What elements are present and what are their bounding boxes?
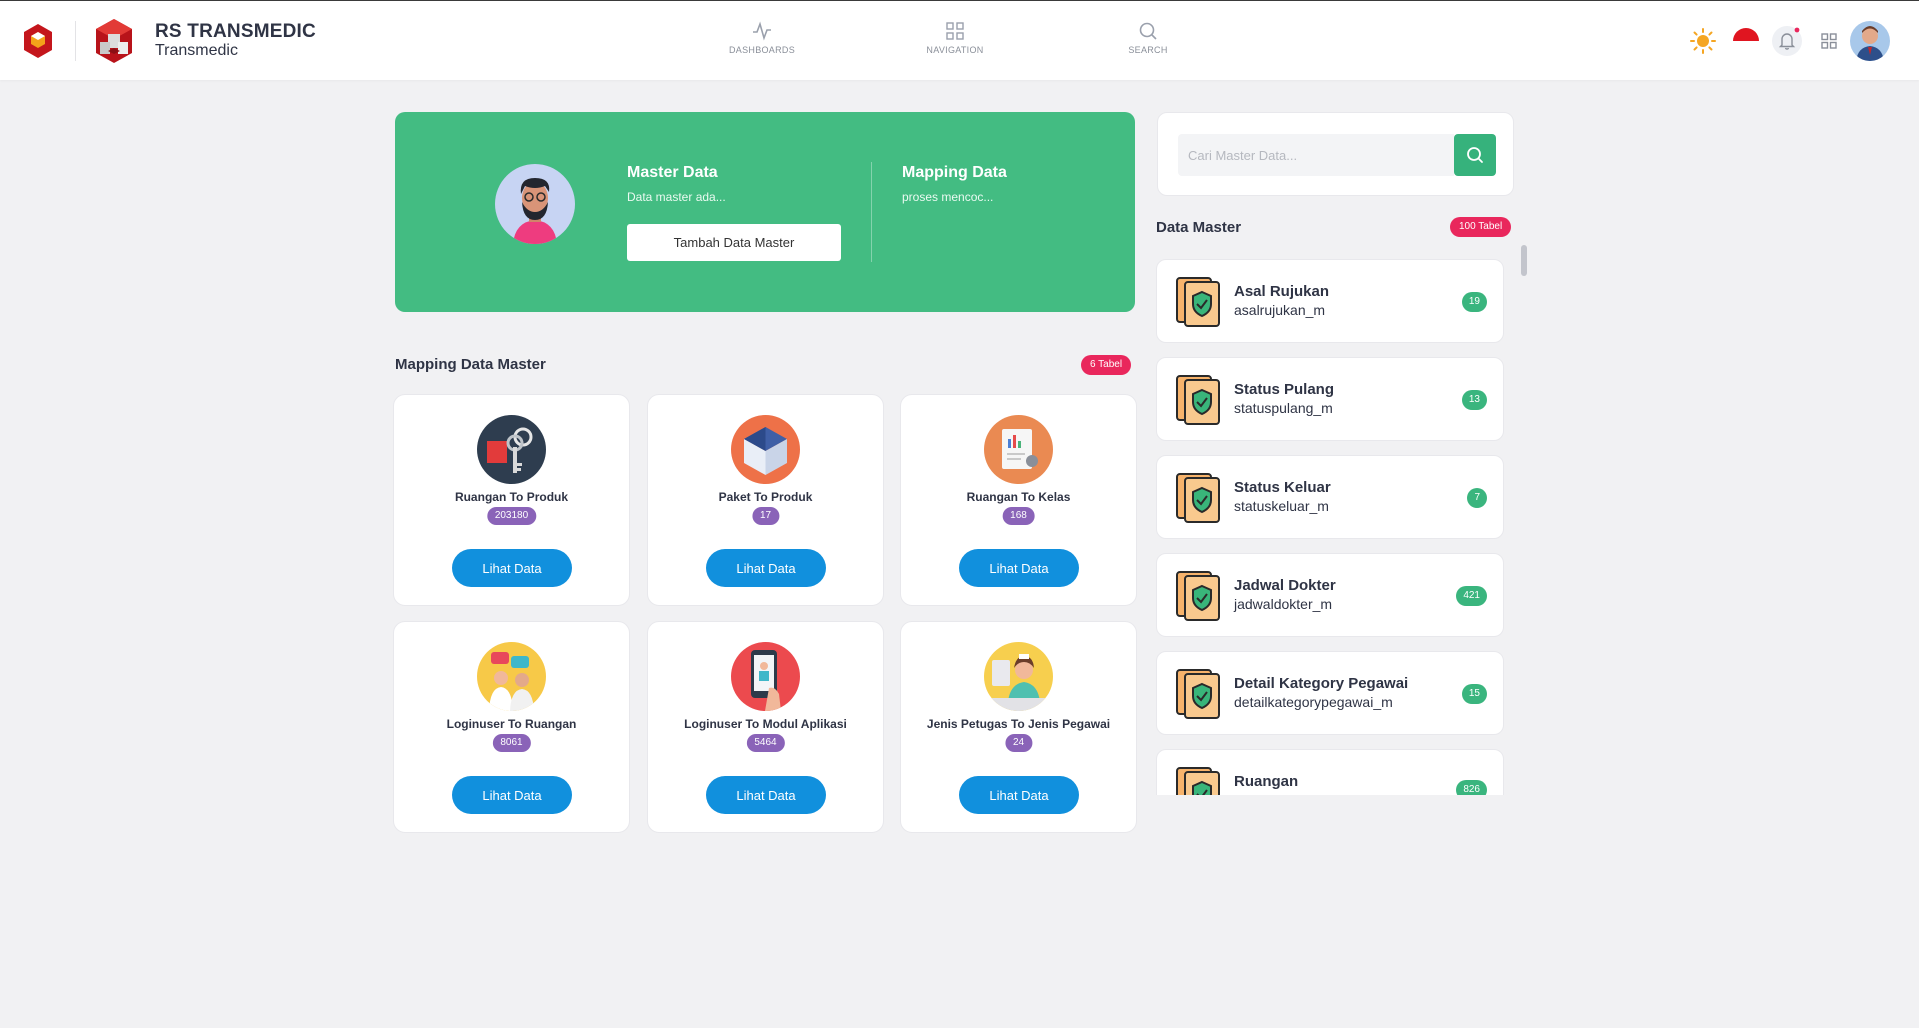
- list-item-table: statuskeluar_m: [1234, 498, 1329, 514]
- list-item[interactable]: Ruangan 826: [1156, 749, 1504, 795]
- mapping-card-count: 24: [1004, 734, 1033, 752]
- shield-document-icon: [1176, 571, 1220, 621]
- mapping-card: Loginuser To Modul Aplikasi 5464 Lihat D…: [647, 621, 884, 833]
- mapping-card-title: Ruangan To Produk: [454, 490, 569, 504]
- box-icon: [731, 415, 800, 484]
- phone-doctor-icon: [731, 642, 800, 711]
- master-search-box: [1157, 112, 1514, 196]
- data-master-list[interactable]: Asal Rujukan asalrujukan_m 19 Status Pul…: [1156, 259, 1530, 795]
- list-item-table: jadwaldokter_m: [1234, 596, 1333, 612]
- list-item[interactable]: Jadwal Dokter jadwaldokter_m 421: [1156, 553, 1504, 637]
- list-item[interactable]: Asal Rujukan asalrujukan_m 19: [1156, 259, 1504, 343]
- list-item-count: 7: [1467, 488, 1487, 508]
- shield-document-icon: [1176, 669, 1220, 719]
- sun-icon[interactable]: [1688, 26, 1718, 56]
- view-data-button[interactable]: Lihat Data: [706, 549, 826, 587]
- list-item[interactable]: Detail Kategory Pegawai detailkategorype…: [1156, 651, 1504, 735]
- top-bar: RS TRANSMEDIC Transmedic DASHBOARDS NAVI…: [0, 0, 1919, 80]
- search-icon: [1467, 147, 1483, 163]
- shield-document-icon: [1176, 277, 1220, 327]
- nav-search[interactable]: SEARCH: [1088, 21, 1208, 55]
- list-item-title: Status Pulang: [1234, 381, 1335, 398]
- nav-navigation-label: NAVIGATION: [926, 45, 984, 55]
- view-data-button[interactable]: Lihat Data: [706, 776, 826, 814]
- list-item-title: Asal Rujukan: [1234, 283, 1330, 300]
- hero-divider: [871, 162, 872, 262]
- mapping-card-count: 203180: [486, 507, 537, 525]
- add-master-data-button[interactable]: Tambah Data Master: [627, 224, 841, 261]
- list-item-title: Status Keluar: [1234, 479, 1331, 496]
- list-item-table: statuspulang_m: [1234, 400, 1333, 416]
- list-item-count: 19: [1461, 292, 1487, 312]
- hospital-logo-icon[interactable]: [94, 18, 134, 64]
- list-item-title: Detail Kategory Pegawai: [1234, 675, 1409, 692]
- hero-master-desc: Data master ada...: [627, 190, 726, 204]
- doctors-icon: [477, 642, 546, 711]
- brand-subtitle: Transmedic: [155, 42, 238, 59]
- list-item-count: 826: [1456, 780, 1487, 795]
- list-item-count: 421: [1456, 586, 1487, 606]
- key-icon: [477, 415, 546, 484]
- search-icon: [1139, 22, 1157, 40]
- list-item-table: detailkategorypegawai_m: [1234, 694, 1393, 710]
- mapping-section-title: Mapping Data Master: [395, 356, 546, 373]
- flag-indonesia-icon[interactable]: [1731, 26, 1761, 56]
- nurse-icon: [984, 642, 1053, 711]
- hero-mapping-desc: proses mencoc...: [902, 190, 994, 204]
- shield-document-icon: [1176, 767, 1220, 795]
- list-item-count: 15: [1461, 684, 1487, 704]
- view-data-button[interactable]: Lihat Data: [452, 549, 572, 587]
- nav-dashboards-label: DASHBOARDS: [728, 45, 795, 55]
- bell-icon[interactable]: [1772, 26, 1802, 56]
- list-item[interactable]: Status Pulang statuspulang_m 13: [1156, 357, 1504, 441]
- hero-master-data: Master Data Data master ada...: [627, 164, 726, 204]
- view-data-button[interactable]: Lihat Data: [959, 776, 1079, 814]
- list-item-count: 13: [1461, 390, 1487, 410]
- brand-title: RS TRANSMEDIC: [155, 21, 316, 42]
- view-data-button[interactable]: Lihat Data: [452, 776, 572, 814]
- apps-grid-icon[interactable]: [1814, 26, 1844, 56]
- logo-small-icon[interactable]: [22, 23, 54, 59]
- hero-mapping-data: Mapping Data proses mencoc...: [902, 164, 1007, 204]
- data-master-title: Data Master: [1156, 219, 1242, 236]
- mapping-card-count: 168: [1002, 507, 1035, 525]
- mapping-count-badge: 6 Tabel: [1081, 355, 1132, 375]
- view-data-button[interactable]: Lihat Data: [959, 549, 1079, 587]
- shield-document-icon: [1176, 375, 1220, 425]
- mapping-card: Ruangan To Produk 203180 Lihat Data: [393, 394, 630, 606]
- list-item-table: asalrujukan_m: [1234, 302, 1326, 318]
- hero-master-title: Master Data: [627, 164, 718, 181]
- list-scrollbar[interactable]: [1521, 245, 1527, 276]
- list-item[interactable]: Status Keluar statuskeluar_m 7: [1156, 455, 1504, 539]
- list-item-title: Ruangan: [1234, 773, 1299, 790]
- master-search-input[interactable]: [1178, 134, 1454, 176]
- mapping-card: Loginuser To Ruangan 8061 Lihat Data: [393, 621, 630, 833]
- logo-divider: [75, 21, 76, 61]
- document-chart-icon: [984, 415, 1053, 484]
- grid-icon: [946, 22, 964, 40]
- nav-search-label: SEARCH: [1128, 45, 1168, 55]
- mapping-card: Jenis Petugas To Jenis Pegawai 24 Lihat …: [900, 621, 1137, 833]
- master-search-button[interactable]: [1454, 134, 1496, 176]
- hero-mapping-title: Mapping Data: [902, 164, 1007, 181]
- mapping-card-title: Ruangan To Kelas: [966, 490, 1071, 504]
- mapping-card-title: Loginuser To Ruangan: [446, 717, 577, 731]
- mapping-card-count: 17: [751, 507, 780, 525]
- list-item-title: Jadwal Dokter: [1234, 577, 1336, 594]
- mapping-card-title: Loginuser To Modul Aplikasi: [684, 717, 847, 731]
- nav-navigation[interactable]: NAVIGATION: [895, 21, 1015, 55]
- mapping-card-count: 8061: [492, 734, 531, 752]
- nav-dashboards[interactable]: DASHBOARDS: [702, 21, 822, 55]
- data-master-count-badge: 100 Tabel: [1450, 217, 1512, 237]
- activity-icon: [753, 21, 771, 41]
- hero-banner: Master Data Data master ada... Tambah Da…: [395, 112, 1135, 312]
- shield-document-icon: [1176, 473, 1220, 523]
- mapping-card: Ruangan To Kelas 168 Lihat Data: [900, 394, 1137, 606]
- mapping-card-title: Paket To Produk: [718, 490, 813, 504]
- mapping-card-title: Jenis Petugas To Jenis Pegawai: [926, 717, 1111, 731]
- mapping-card-count: 5464: [746, 734, 785, 752]
- hero-person-avatar: [495, 164, 575, 244]
- mapping-card: Paket To Produk 17 Lihat Data: [647, 394, 884, 606]
- user-avatar[interactable]: [1850, 21, 1890, 61]
